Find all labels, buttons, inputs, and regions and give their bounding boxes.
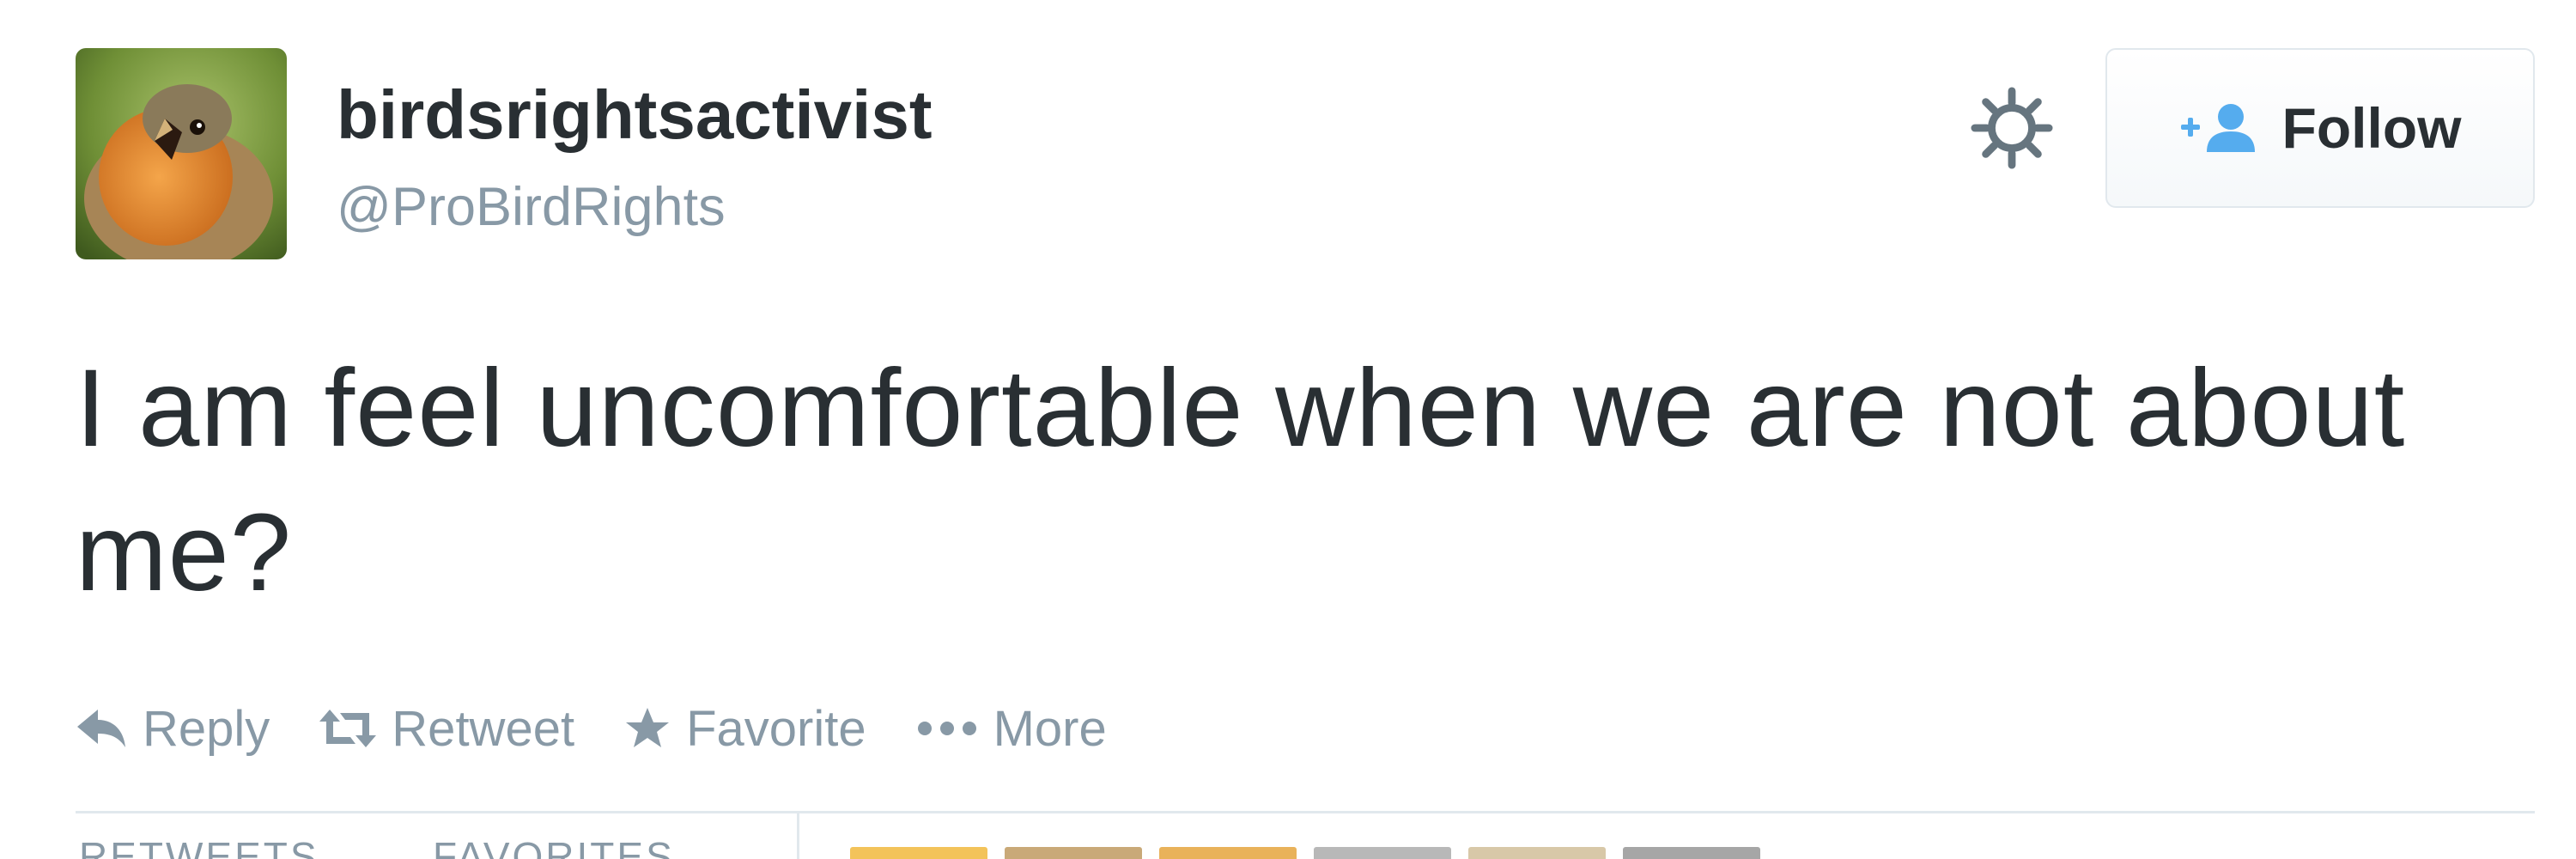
follow-label: Follow xyxy=(2281,96,2462,160)
reply-icon xyxy=(77,710,125,747)
retweets-stat-label[interactable]: RETWEETS xyxy=(79,837,319,859)
tweet-actions: Reply Retweet Favorite More xyxy=(76,694,1157,763)
retweet-label: Retweet xyxy=(392,700,575,757)
favorite-label: Favorite xyxy=(686,700,866,757)
gear-icon[interactable] xyxy=(1970,86,2054,170)
favoriter-avatar[interactable] xyxy=(1159,847,1297,859)
tweet-text: I am feel uncomfortable when we are not … xyxy=(76,347,2406,614)
retweet-button[interactable]: Retweet xyxy=(319,700,574,758)
tweet-card: birdsrightsactivist @ProBirdRights Follo… xyxy=(0,0,2576,859)
favoriter-avatar[interactable] xyxy=(1468,847,1606,859)
star-icon xyxy=(626,708,670,747)
retweet-icon xyxy=(319,710,377,747)
reply-button[interactable]: Reply xyxy=(76,700,270,758)
add-user-icon xyxy=(2180,104,2255,152)
more-dots-icon xyxy=(917,722,976,735)
favoriter-avatars xyxy=(850,847,1760,859)
more-button[interactable]: More xyxy=(916,700,1107,758)
robin-avatar-image xyxy=(76,48,287,259)
favoriter-avatar[interactable] xyxy=(1005,847,1142,859)
follow-button[interactable]: Follow xyxy=(2105,48,2535,208)
favorite-button[interactable]: Favorite xyxy=(624,700,866,758)
user-avatar[interactable] xyxy=(76,48,287,259)
user-handle[interactable]: @ProBirdRights xyxy=(337,180,726,235)
favoriter-avatar[interactable] xyxy=(1623,847,1760,859)
more-label: More xyxy=(993,700,1107,757)
user-display-name[interactable]: birdsrightsactivist xyxy=(337,81,933,149)
stats-separator xyxy=(797,811,799,859)
favoriter-avatar[interactable] xyxy=(1314,847,1451,859)
favoriter-avatar[interactable] xyxy=(850,847,987,859)
stats-divider xyxy=(76,811,2535,813)
favorites-stat-label[interactable]: FAVORITES xyxy=(433,837,675,859)
reply-label: Reply xyxy=(143,700,270,757)
